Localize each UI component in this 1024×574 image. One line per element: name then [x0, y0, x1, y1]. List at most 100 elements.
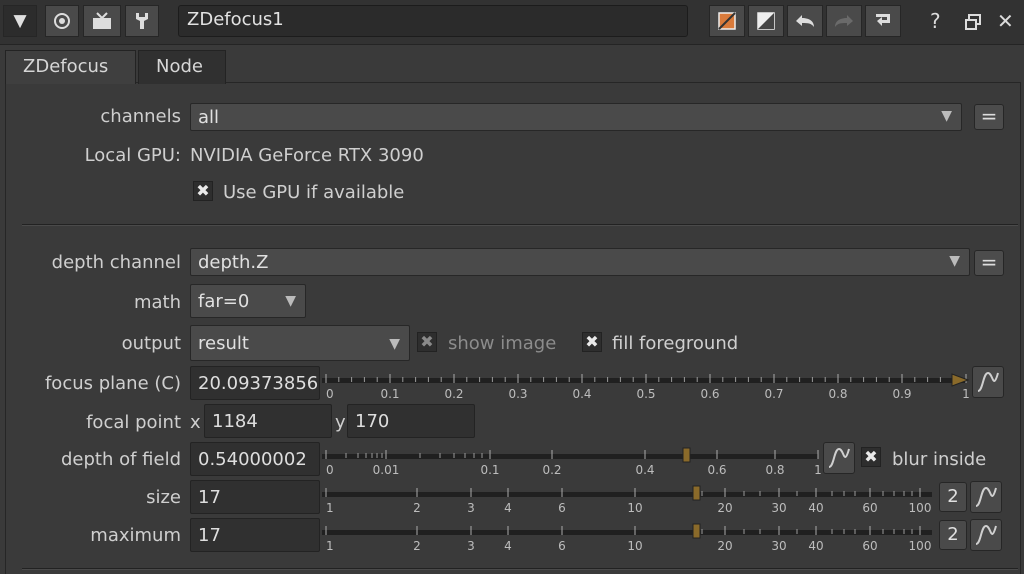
blur-inside-checkbox[interactable]: ✖ [861, 447, 881, 467]
redo-icon[interactable] [826, 5, 862, 37]
color-swatch-icon[interactable] [709, 5, 745, 37]
use-gpu-checkbox[interactable]: ✖ [193, 181, 213, 201]
slider-tick-label: 4 [504, 501, 512, 514]
maximum-label: maximum [90, 525, 181, 546]
output-value: result [198, 333, 249, 354]
float-icon[interactable] [965, 11, 981, 35]
local-gpu-label: Local GPU: [84, 145, 181, 166]
animation-curve-icon[interactable] [823, 442, 855, 474]
slider-tick-label: 30 [771, 501, 786, 514]
animation-curve-icon[interactable] [970, 481, 1002, 513]
size-channels-button[interactable]: 2 [939, 482, 967, 512]
slider-tick-label: 10 [627, 539, 642, 552]
slider-tick-label: 0.3 [508, 387, 527, 400]
size-label: size [146, 487, 181, 508]
slider-tick-label: 0 [326, 463, 334, 476]
slider-tick-label: 1 [962, 387, 970, 400]
show-image-label: show image [448, 333, 557, 354]
focal-x-label: x [190, 412, 201, 433]
local-gpu-value: NVIDIA GeForce RTX 3090 [190, 145, 424, 166]
chevron-down-icon: ▼ [949, 253, 960, 269]
focus-plane-label: focus plane (C) [44, 373, 181, 394]
slider-track[interactable] [322, 378, 966, 383]
show-image-checkbox[interactable]: ✖ [417, 332, 437, 352]
slider-tick-label: 4 [504, 539, 512, 552]
slider-handle[interactable] [692, 485, 701, 501]
focal-point-label: focal point [86, 412, 181, 433]
slider-tick-label: 0.2 [444, 387, 463, 400]
focal-x-input[interactable]: 1184 [204, 404, 332, 438]
slider-tick-label: 0.4 [635, 463, 654, 476]
depth-of-field-slider[interactable]: 0 0.01 0.1 0.2 0.4 0.6 0.8 1 [322, 444, 822, 476]
slider-tick-label: 100 [909, 539, 932, 552]
node-name-input[interactable]: ZDefocus1 [178, 5, 688, 37]
slider-tick-label: 60 [862, 501, 877, 514]
animation-curve-icon[interactable] [970, 519, 1002, 551]
focal-y-label: y [335, 412, 346, 433]
depth-channel-label: depth channel [51, 252, 181, 273]
section-divider [22, 224, 1018, 225]
slider-track[interactable] [322, 454, 818, 459]
slider-tick-label: 0.6 [700, 387, 719, 400]
slider-tick-label: 100 [909, 501, 932, 514]
focal-y-input[interactable]: 170 [347, 404, 475, 438]
maximum-input[interactable]: 17 [190, 518, 320, 552]
slider-tick-label: 0.8 [828, 387, 847, 400]
slider-tick-label: 1 [326, 501, 334, 514]
slider-tick-label: 0.01 [373, 463, 400, 476]
depth-channel-link-button[interactable]: = [974, 250, 1004, 276]
slider-handle[interactable] [682, 447, 691, 463]
close-icon[interactable]: ✕ [997, 9, 1014, 33]
channels-label: channels [100, 106, 181, 127]
depth-channel-dropdown[interactable]: depth.Z ▼ [190, 248, 970, 276]
maximum-slider[interactable]: 1 2 3 4 6 10 20 30 40 60 100 [322, 520, 936, 552]
slider-tick-label: 60 [862, 539, 877, 552]
undo-icon[interactable] [787, 5, 823, 37]
slider-tick-label: 0.5 [636, 387, 655, 400]
size-slider[interactable]: 1 2 3 4 6 10 20 30 40 60 100 [322, 482, 936, 514]
use-gpu-label: Use GPU if available [223, 182, 405, 203]
focus-plane-input[interactable]: 20.09373856 [190, 366, 320, 400]
center-target-icon[interactable] [45, 5, 79, 37]
viewer-icon[interactable] [83, 5, 121, 37]
slider-track[interactable] [322, 492, 932, 497]
chevron-down-icon: ▼ [941, 108, 952, 124]
channels-link-button[interactable]: = [974, 104, 1004, 130]
title-bar: ▼ ZDefocus1 ? ✕ [0, 0, 1024, 45]
slider-tick-label: 0.9 [892, 387, 911, 400]
size-input[interactable]: 17 [190, 480, 320, 514]
tab-node[interactable]: Node [138, 50, 226, 84]
slider-tick-label: 20 [717, 501, 732, 514]
wrench-icon[interactable] [125, 5, 159, 37]
collapse-arrow-icon[interactable]: ▼ [3, 5, 37, 37]
slider-tick-label: 1 [814, 463, 822, 476]
slider-handle[interactable] [692, 523, 701, 539]
slider-tick-label: 2 [413, 539, 421, 552]
slider-track[interactable] [322, 530, 932, 535]
white-swatch-icon[interactable] [748, 5, 784, 37]
slider-tick-label: 40 [808, 501, 823, 514]
slider-tick-label: 3 [467, 539, 475, 552]
slider-tick-label: 6 [558, 501, 566, 514]
slider-tick-label: 6 [558, 539, 566, 552]
slider-tick-label: 2 [413, 501, 421, 514]
slider-tick-label: 0 [326, 387, 334, 400]
depth-of-field-input[interactable]: 0.54000002 [190, 442, 320, 476]
maximum-channels-button[interactable]: 2 [939, 520, 967, 550]
depth-channel-value: depth.Z [198, 252, 269, 273]
tab-zdefocus[interactable]: ZDefocus [5, 50, 136, 84]
slider-tick-label: 10 [627, 501, 642, 514]
blur-inside-label: blur inside [892, 449, 987, 470]
focus-plane-slider[interactable]: 0 0.1 0.2 0.3 0.4 0.5 0.6 0.7 0.8 0.9 1 [322, 368, 970, 400]
animation-curve-icon[interactable] [972, 366, 1004, 398]
math-value: far=0 [198, 291, 250, 312]
slider-tick-label: 30 [771, 539, 786, 552]
help-icon[interactable]: ? [930, 9, 941, 33]
output-dropdown[interactable]: result ▼ [190, 325, 410, 361]
revert-icon[interactable] [865, 5, 901, 37]
slider-tick-label: 0.8 [765, 463, 784, 476]
slider-tick-label: 0.6 [707, 463, 726, 476]
channels-dropdown[interactable]: all ▼ [190, 103, 962, 131]
fill-foreground-checkbox[interactable]: ✖ [582, 332, 602, 352]
math-dropdown[interactable]: far=0 ▼ [190, 284, 306, 318]
